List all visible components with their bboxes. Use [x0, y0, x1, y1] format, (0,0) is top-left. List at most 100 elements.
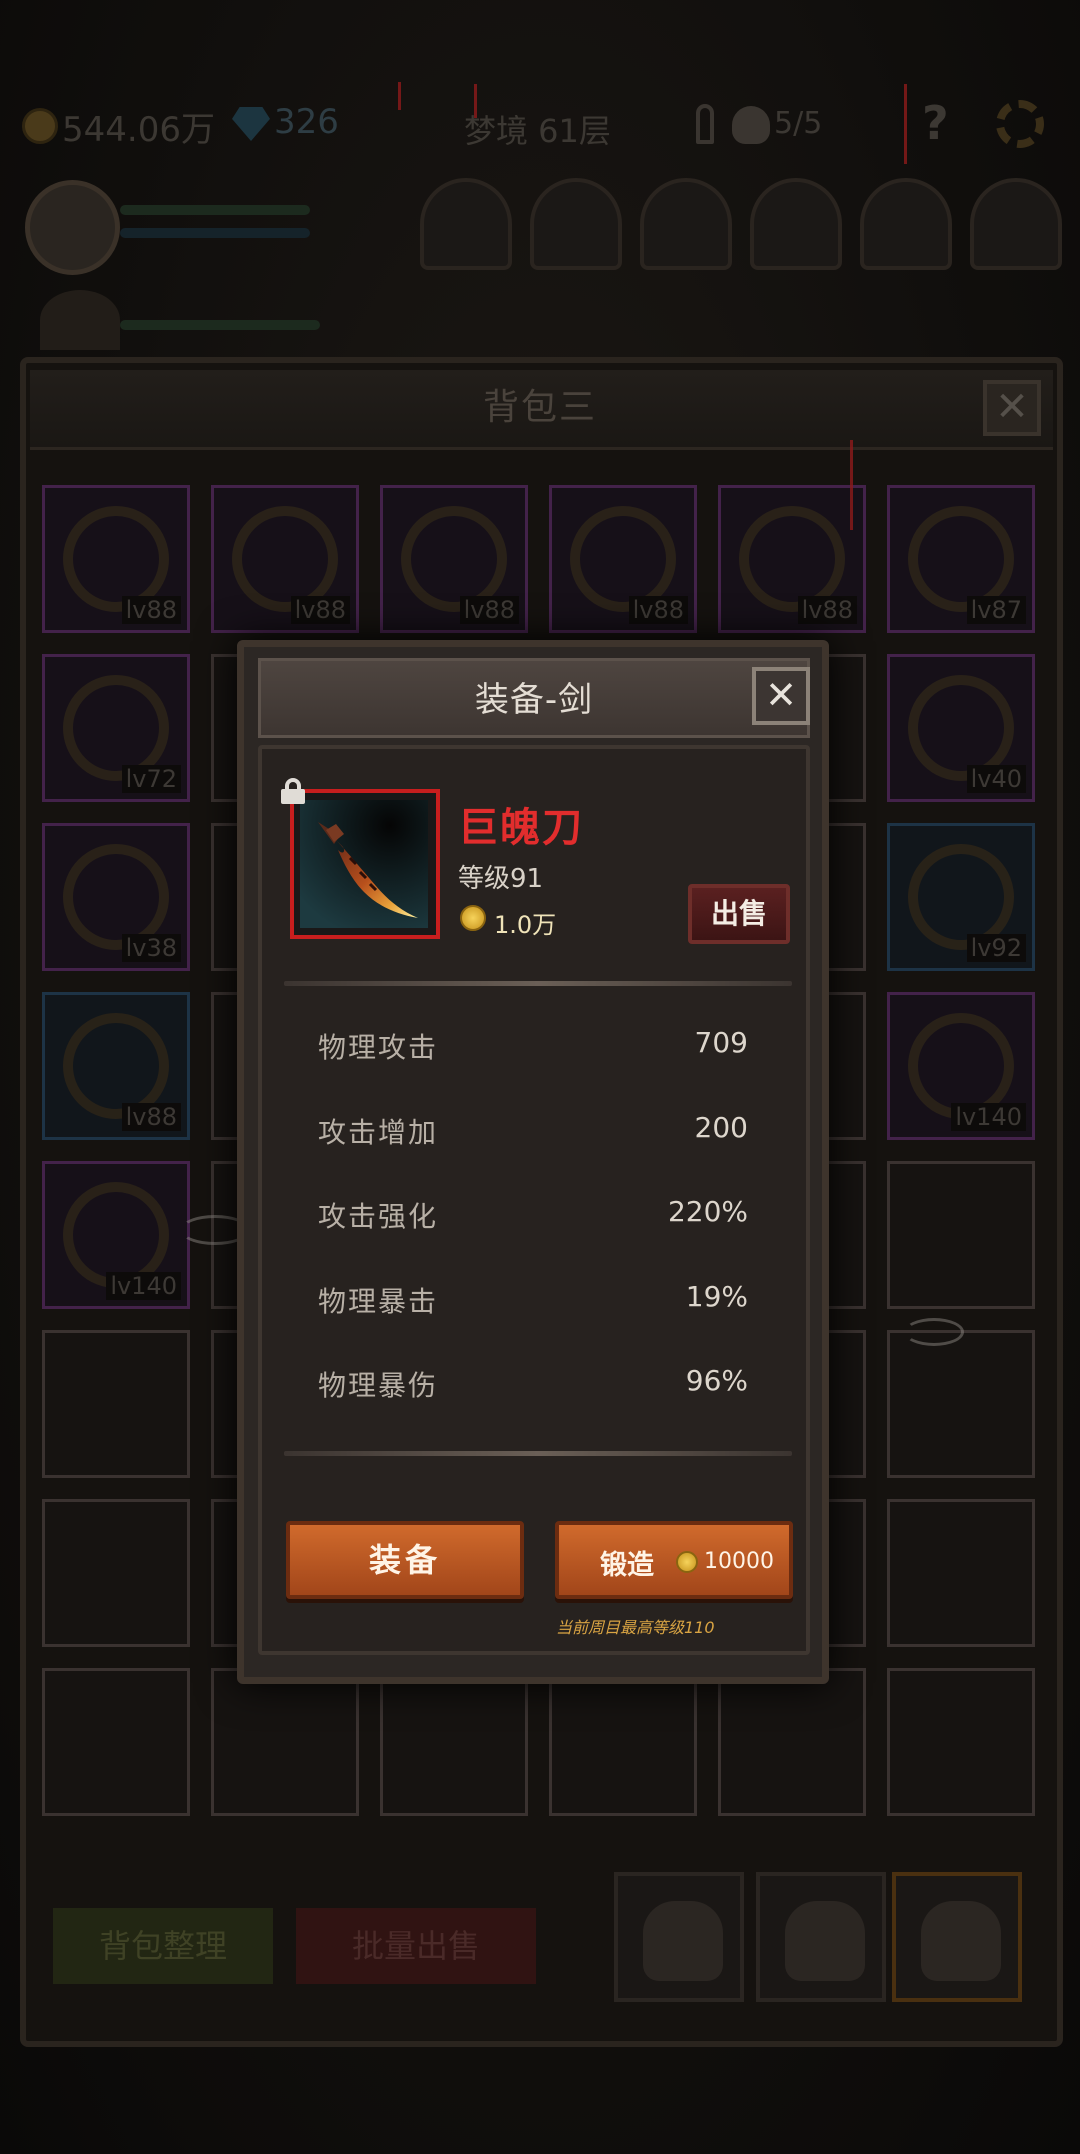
inventory-cell[interactable] [887, 1330, 1035, 1478]
dialog-title: 装备-剑 [474, 680, 594, 720]
bag-icon [643, 1901, 723, 1981]
item-level-badge: lv88 [121, 596, 181, 624]
inventory-cell[interactable]: lv92 [887, 823, 1035, 971]
equip-slot-6[interactable] [970, 178, 1062, 270]
inventory-cell[interactable]: lv88 [42, 485, 190, 633]
stat-value: 200 [694, 1110, 748, 1144]
item-level-badge: lv88 [290, 596, 350, 624]
forge-label: 锻造 [600, 1550, 654, 1581]
stat-name: 物理攻击 [318, 1031, 439, 1064]
stat-value: 709 [694, 1026, 748, 1059]
help-icon[interactable]: ? [922, 96, 949, 150]
inventory-cell[interactable] [211, 1668, 359, 1816]
equip-slot-3[interactable] [640, 178, 732, 270]
divider [284, 981, 792, 986]
inventory-cell[interactable] [887, 1161, 1035, 1309]
item-level-badge: lv72 [121, 765, 181, 793]
item-level-badge: lv140 [106, 1272, 181, 1300]
settings-icon[interactable] [996, 100, 1044, 148]
inventory-cell[interactable] [42, 1499, 190, 1647]
item-level-badge: lv87 [966, 596, 1026, 624]
stat-value: 96% [685, 1364, 748, 1397]
item-level-badge: lv92 [966, 934, 1026, 962]
equip-button[interactable]: 装备 [286, 1521, 524, 1599]
inventory-cell[interactable]: lv140 [887, 992, 1035, 1140]
item-name: 巨魄刀 [458, 805, 584, 851]
inventory-cell[interactable]: lv72 [42, 654, 190, 802]
item-level-badge: lv88 [459, 596, 519, 624]
inventory-cell[interactable]: lv88 [549, 485, 697, 633]
stage-label: 梦境 61层 [464, 112, 611, 150]
forge-cost: 10000 [704, 1549, 774, 1574]
lock-body [281, 789, 305, 804]
key-icon [696, 104, 714, 144]
gold-amount: 544.06万 [62, 110, 215, 150]
rain-streak [904, 84, 907, 164]
backpack-tab-3[interactable] [892, 1872, 1022, 2002]
hero-avatar-2[interactable] [40, 290, 120, 350]
equip-slot-2[interactable] [530, 178, 622, 270]
hero-avatar[interactable] [25, 180, 120, 275]
stat-name: 攻击增加 [318, 1115, 439, 1149]
equip-slot-5[interactable] [860, 178, 952, 270]
inventory-cell[interactable]: lv88 [380, 485, 528, 633]
inventory-cell[interactable] [549, 1668, 697, 1816]
gem-amount: 326 [274, 102, 339, 142]
bag-icon [785, 1901, 865, 1981]
max-level-hint: 当前周目最高等级110 [556, 1618, 715, 1637]
dialog-close-button[interactable]: ✕ [752, 667, 810, 725]
rain-streak [474, 84, 477, 118]
inventory-cell[interactable] [42, 1330, 190, 1478]
coin-icon [460, 905, 486, 931]
sell-button[interactable]: 出售 [688, 884, 790, 944]
backpack-title: 背包三 [482, 387, 597, 428]
inventory-cell[interactable]: lv88 [211, 485, 359, 633]
hp-bar [120, 205, 310, 215]
rain-streak [850, 440, 853, 530]
inventory-cell[interactable]: lv87 [887, 485, 1035, 633]
item-level-badge: lv88 [628, 596, 688, 624]
skull-icon [732, 106, 770, 144]
item-level-badge: lv40 [966, 765, 1026, 793]
item-level-badge: lv88 [121, 1103, 181, 1131]
inventory-cell[interactable] [380, 1668, 528, 1816]
stat-value: 19% [685, 1279, 748, 1313]
stat-name: 物理暴伤 [318, 1369, 439, 1402]
sword-icon [300, 800, 428, 928]
backpack-close-button[interactable]: ✕ [983, 380, 1041, 436]
rain-streak [398, 82, 401, 110]
gem-icon [232, 107, 270, 141]
inventory-cell[interactable] [887, 1668, 1035, 1816]
backpack-tab-2[interactable] [756, 1872, 886, 2002]
item-level-badge: lv140 [951, 1103, 1026, 1131]
game-screen: 544.06万 326 梦境 61层 5/5 ? 背包三 ✕ lv88 lv88 l… [0, 0, 1080, 2154]
inventory-cell[interactable]: lv88 [42, 992, 190, 1140]
item-price: 1.0万 [494, 911, 557, 939]
equip-slot-4[interactable] [750, 178, 842, 270]
stat-value: 220% [667, 1195, 748, 1228]
item-level-badge: lv38 [121, 934, 181, 962]
inventory-cell[interactable]: lv40 [887, 654, 1035, 802]
inventory-cell[interactable]: lv140 [42, 1161, 190, 1309]
inventory-cell[interactable] [887, 1499, 1035, 1647]
inventory-cell[interactable]: lv38 [42, 823, 190, 971]
sort-backpack-button[interactable]: 背包整理 [53, 1908, 273, 1984]
inventory-cell[interactable] [42, 1668, 190, 1816]
divider [284, 1451, 792, 1456]
coin-icon [676, 1551, 698, 1573]
item-level: 等级91 [458, 864, 544, 894]
stat-name: 攻击强化 [318, 1200, 439, 1233]
bulk-sell-button[interactable]: 批量出售 [296, 1908, 536, 1984]
lock-icon[interactable] [281, 778, 305, 804]
backpack-tab-1[interactable] [614, 1872, 744, 2002]
swirl-effect [904, 1318, 964, 1346]
coin-icon [22, 108, 58, 144]
inventory-cell[interactable]: lv88 [718, 485, 866, 633]
item-level-badge: lv88 [797, 596, 857, 624]
inventory-cell[interactable] [718, 1668, 866, 1816]
equip-slot-1[interactable] [420, 178, 512, 270]
bag-icon [921, 1901, 1001, 1981]
stat-name: 物理暴击 [318, 1284, 439, 1318]
mp-bar [120, 228, 310, 238]
keys-count: 5/5 [774, 106, 823, 141]
